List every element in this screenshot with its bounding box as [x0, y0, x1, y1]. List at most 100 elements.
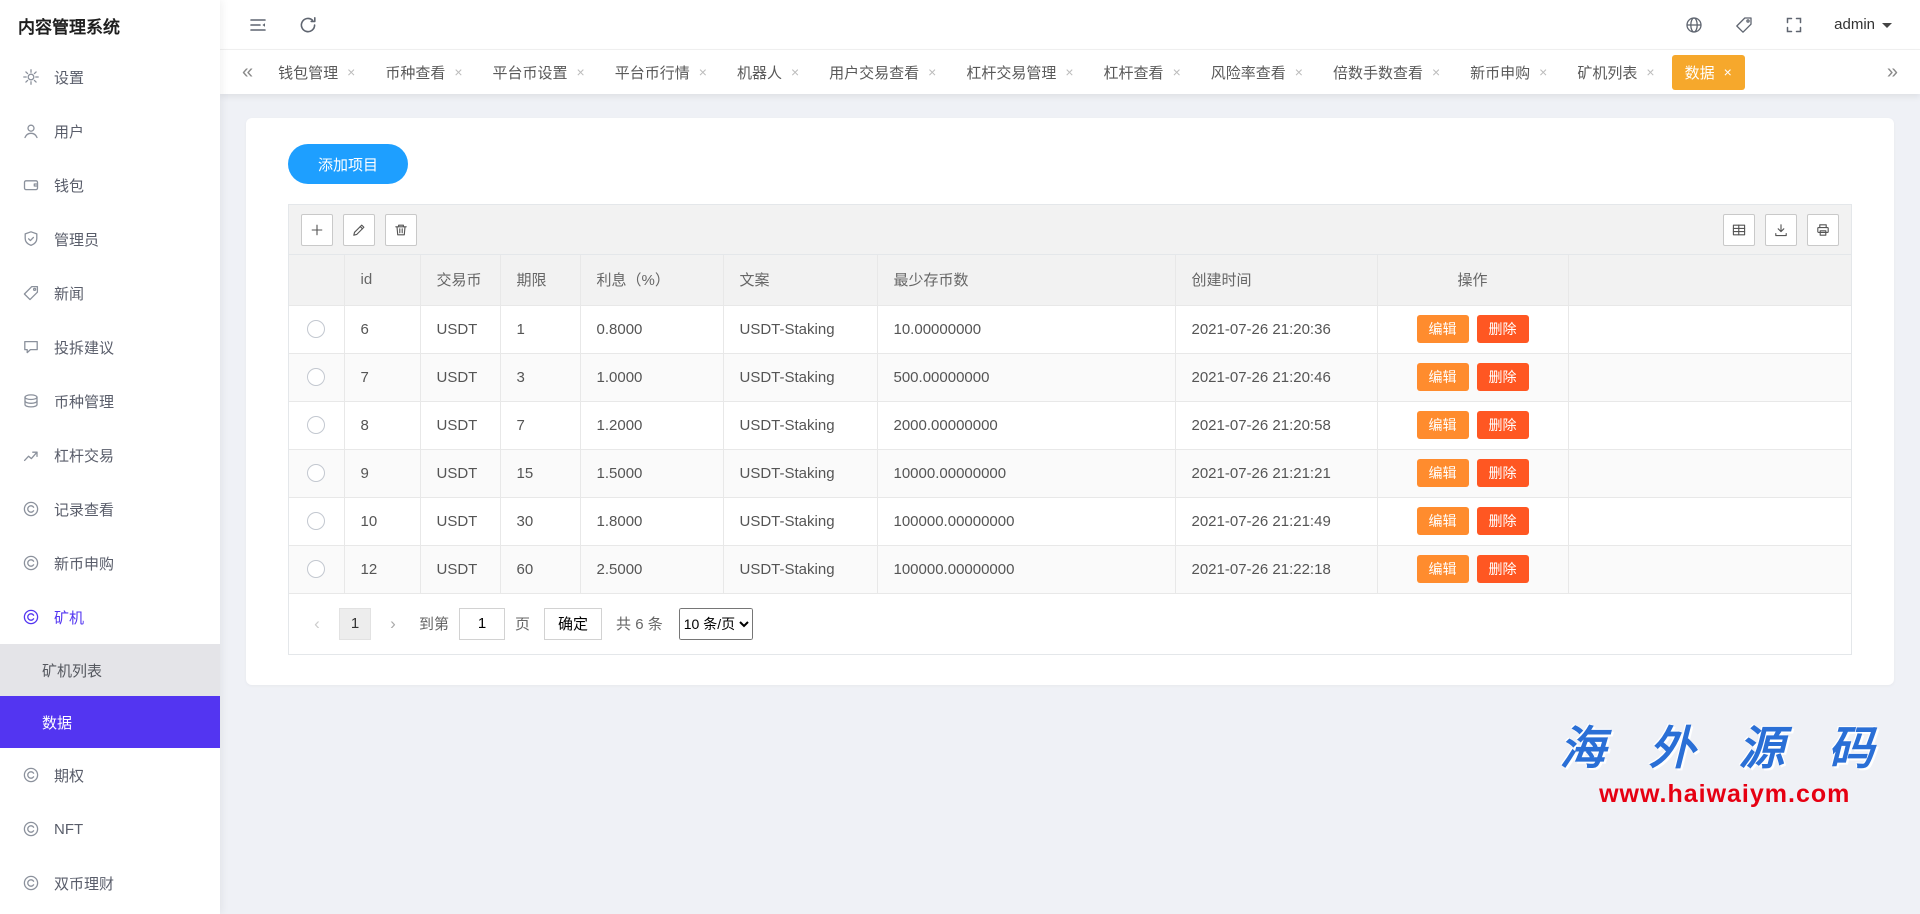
confirm-button[interactable]: 确定: [544, 608, 602, 640]
close-icon[interactable]: ×: [454, 64, 462, 80]
row-radio[interactable]: [307, 560, 325, 578]
tag-icon[interactable]: [1734, 15, 1754, 35]
add-item-button[interactable]: 添加项目: [288, 144, 408, 184]
tabs-scroll-right-icon[interactable]: »: [1879, 61, 1906, 84]
row-radio[interactable]: [307, 320, 325, 338]
edit-button[interactable]: 编辑: [1417, 363, 1469, 391]
edit-button[interactable]: 编辑: [1417, 507, 1469, 535]
delete-button[interactable]: 删除: [1477, 507, 1529, 535]
globe-icon[interactable]: [1684, 15, 1704, 35]
page-size-select[interactable]: 10 条/页: [679, 608, 753, 640]
close-icon[interactable]: ×: [1646, 64, 1654, 80]
cell-min-deposit: 2000.00000000: [877, 401, 1175, 449]
close-icon[interactable]: ×: [1173, 64, 1181, 80]
delete-button[interactable]: 删除: [1477, 411, 1529, 439]
sidebar-item-nft[interactable]: NFT: [0, 802, 220, 856]
header-min-deposit: 最少存币数: [877, 255, 1175, 305]
sidebar-item-news[interactable]: 新闻: [0, 266, 220, 320]
collapse-sidebar-icon[interactable]: [248, 15, 268, 35]
delete-button[interactable]: 删除: [1477, 315, 1529, 343]
export-download-icon[interactable]: [1765, 214, 1797, 246]
delete-row-button[interactable]: [385, 214, 417, 246]
sidebar-item-dual-currency[interactable]: 双币理财: [0, 856, 220, 910]
sidebar-subitem-miner-list[interactable]: 矿机列表: [0, 644, 220, 696]
close-icon[interactable]: ×: [791, 64, 799, 80]
row-radio[interactable]: [307, 368, 325, 386]
circle-c-icon: [22, 500, 40, 518]
coins-icon: [22, 392, 40, 410]
row-radio[interactable]: [307, 464, 325, 482]
edit-button[interactable]: 编辑: [1417, 459, 1469, 487]
cell-id: 12: [344, 545, 420, 593]
cell-coin: USDT: [420, 305, 500, 353]
edit-button[interactable]: 编辑: [1417, 411, 1469, 439]
tab-label: 钱包管理: [278, 62, 338, 83]
sidebar-item-records[interactable]: 记录查看: [0, 482, 220, 536]
tab-data-active[interactable]: 数据×: [1672, 55, 1745, 90]
cell-min-deposit: 10.00000000: [877, 305, 1175, 353]
row-radio[interactable]: [307, 416, 325, 434]
tab-label: 杠杆交易管理: [966, 62, 1056, 83]
prev-page-button[interactable]: ‹: [301, 608, 333, 640]
refresh-icon[interactable]: [298, 15, 318, 35]
tab-label: 杠杆查看: [1104, 62, 1164, 83]
close-icon[interactable]: ×: [1724, 64, 1732, 80]
next-page-button[interactable]: ›: [377, 608, 409, 640]
sidebar-item-feedback[interactable]: 投拆建议: [0, 320, 220, 374]
sidebar-item-users[interactable]: 用户: [0, 104, 220, 158]
tab-wallet-manage[interactable]: 钱包管理 ×: [265, 55, 368, 90]
print-icon[interactable]: [1807, 214, 1839, 246]
sidebar-item-miner[interactable]: 矿机: [0, 590, 220, 644]
tab-robot[interactable]: 机器人 ×: [724, 55, 812, 90]
sidebar-item-settings[interactable]: 设置: [0, 50, 220, 104]
user-menu[interactable]: admin: [1834, 16, 1892, 33]
cell-created-at: 2021-07-26 21:20:58: [1175, 401, 1377, 449]
header-rate: 利息（%）: [580, 255, 723, 305]
tab-multiplier-view[interactable]: 倍数手数查看×: [1320, 55, 1453, 90]
tab-miner-list[interactable]: 矿机列表×: [1564, 55, 1667, 90]
tab-user-trade-view[interactable]: 用户交易查看×: [816, 55, 949, 90]
tab-risk-rate-view[interactable]: 风险率查看×: [1198, 55, 1316, 90]
sidebar-item-coin-manage[interactable]: 币种管理: [0, 374, 220, 428]
cell-term: 15: [500, 449, 580, 497]
add-row-button[interactable]: [301, 214, 333, 246]
close-icon[interactable]: ×: [577, 64, 585, 80]
sidebar: 内容管理系统 设置 用户 钱包 管理员 新闻 投拆建议 币种管理: [0, 0, 220, 914]
current-page-button[interactable]: 1: [339, 608, 371, 640]
tab-label: 机器人: [737, 62, 782, 83]
row-radio[interactable]: [307, 512, 325, 530]
tab-leverage-manage[interactable]: 杠杆交易管理 ×: [953, 55, 1086, 90]
sidebar-item-wallet[interactable]: 钱包: [0, 158, 220, 212]
edit-button[interactable]: 编辑: [1417, 315, 1469, 343]
tab-new-coin[interactable]: 新币申购×: [1457, 55, 1560, 90]
close-icon[interactable]: ×: [1065, 64, 1073, 80]
tab-platform-coin-market[interactable]: 平台币行情×: [602, 55, 720, 90]
close-icon[interactable]: ×: [699, 64, 707, 80]
table-header-row: id 交易币 期限 利息（%） 文案 最少存币数 创建时间 操作: [289, 255, 1851, 305]
sidebar-item-new-coin[interactable]: 新币申购: [0, 536, 220, 590]
tab-leverage-view[interactable]: 杠杆查看 ×: [1091, 55, 1194, 90]
close-icon[interactable]: ×: [347, 64, 355, 80]
tab-label: 平台币设置: [493, 62, 568, 83]
edit-row-button[interactable]: [343, 214, 375, 246]
fullscreen-icon[interactable]: [1784, 15, 1804, 35]
tab-platform-coin-settings[interactable]: 平台币设置 ×: [480, 55, 598, 90]
delete-button[interactable]: 删除: [1477, 363, 1529, 391]
sidebar-item-leverage[interactable]: 杠杆交易: [0, 428, 220, 482]
delete-button[interactable]: 删除: [1477, 555, 1529, 583]
close-icon[interactable]: ×: [1539, 64, 1547, 80]
tab-coin-view[interactable]: 币种查看 ×: [372, 55, 475, 90]
close-icon[interactable]: ×: [1295, 64, 1303, 80]
sidebar-item-admins[interactable]: 管理员: [0, 212, 220, 266]
columns-grid-icon[interactable]: [1723, 214, 1755, 246]
delete-button[interactable]: 删除: [1477, 459, 1529, 487]
edit-button[interactable]: 编辑: [1417, 555, 1469, 583]
tab-label: 币种查看: [385, 62, 445, 83]
sidebar-item-options[interactable]: 期权: [0, 748, 220, 802]
goto-page-input[interactable]: [459, 608, 505, 640]
header-filler: [1568, 255, 1851, 305]
close-icon[interactable]: ×: [928, 64, 936, 80]
sidebar-subitem-data[interactable]: 数据: [0, 696, 220, 748]
tabs-scroll-left-icon[interactable]: «: [234, 61, 261, 84]
close-icon[interactable]: ×: [1432, 64, 1440, 80]
